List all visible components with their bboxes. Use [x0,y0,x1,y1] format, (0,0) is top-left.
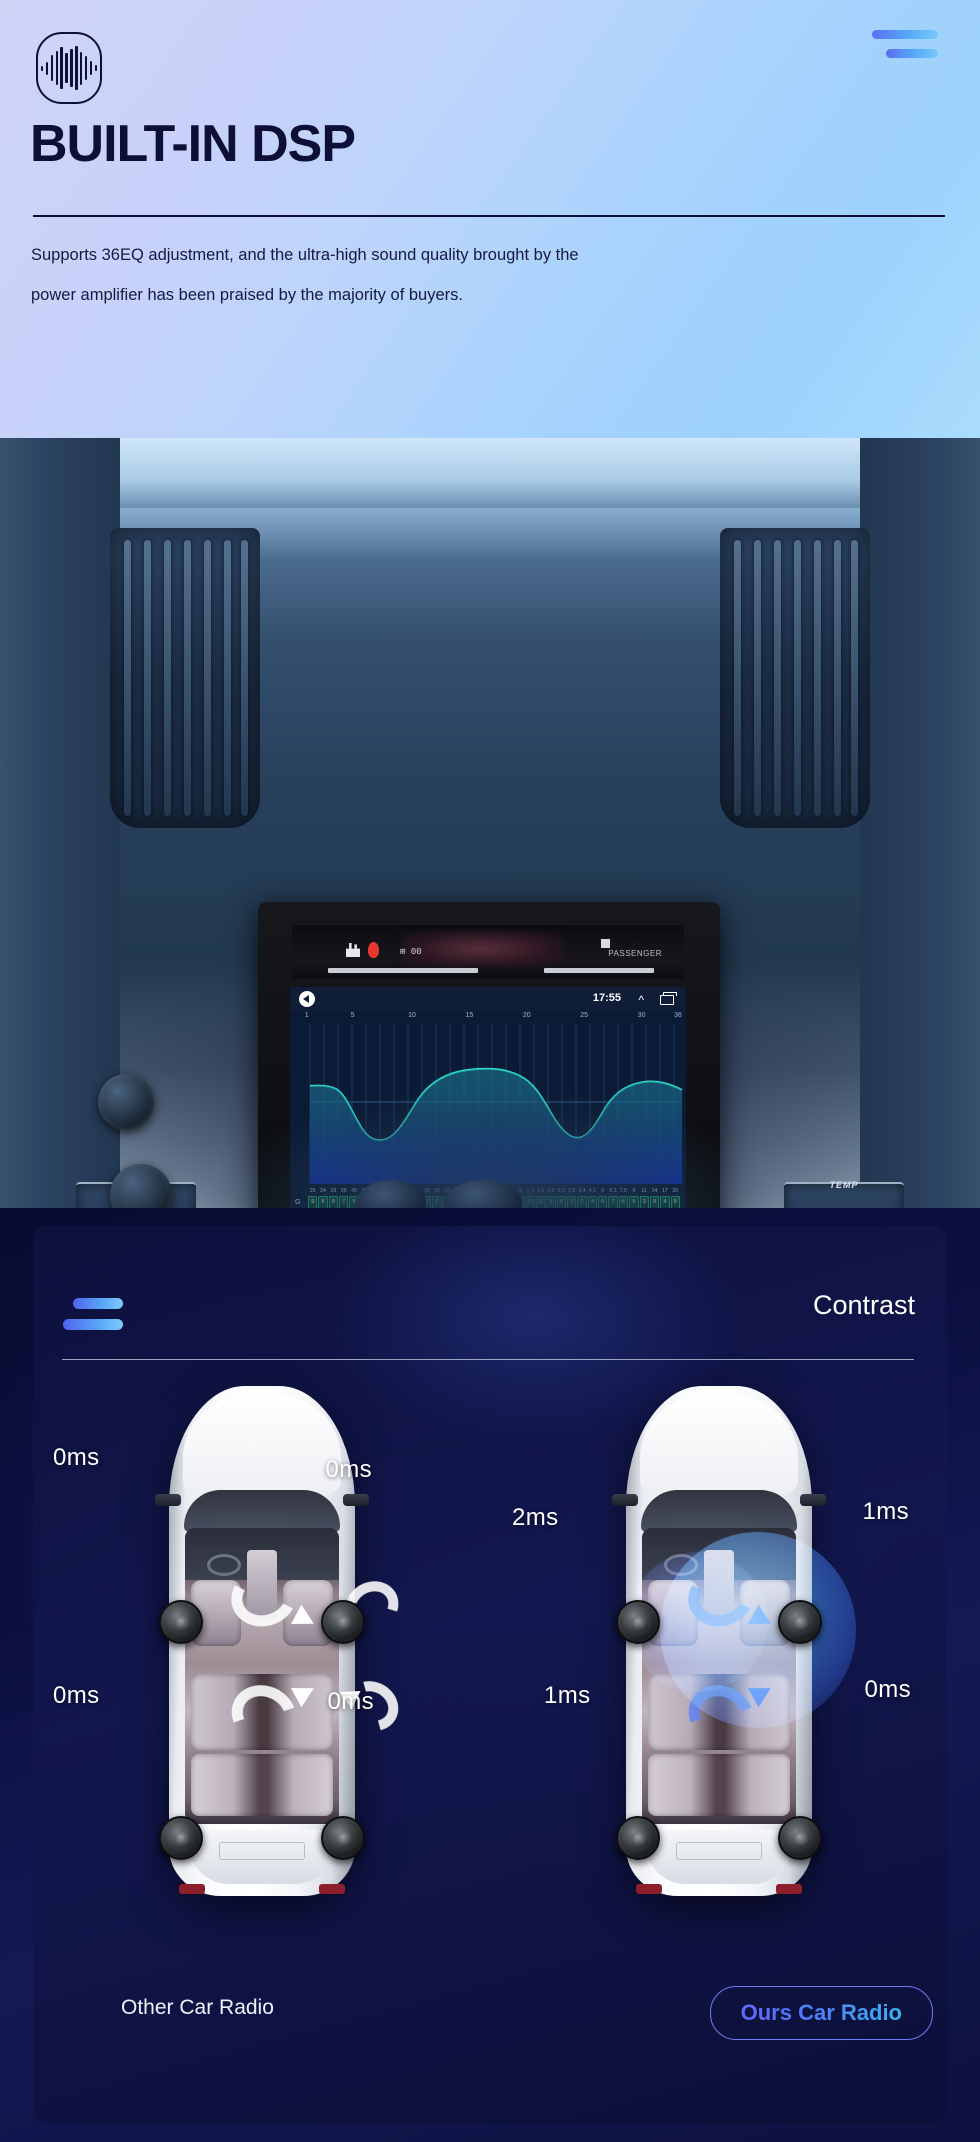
taillight-left [178,1884,205,1894]
sound-field-sphere [659,1532,856,1728]
car-top-view [611,1386,856,1896]
label-rear-left: 1ms [544,1682,591,1709]
taillight-left [635,1884,662,1894]
sound-wave-bars [40,46,98,90]
car-windshield [640,1490,797,1532]
recents-icon[interactable] [660,992,677,1005]
speaker-rear-left [158,1816,203,1860]
eq-x-tick: 20 [522,1012,531,1019]
display-readout: ⊞ 00 [400,947,422,957]
speaker-rear-right [777,1816,822,1860]
speaker-rear-left [615,1816,660,1860]
windshield [0,438,980,508]
mirror-left [611,1494,638,1506]
ours-car-diagram: 2ms 1ms 1ms 0ms Ours Car Radio [490,1376,947,2056]
engine-start-stop-button[interactable] [98,1074,154,1130]
eq-x-tick: 25 [580,1012,589,1019]
other-car-diagram: 0ms 0ms 0ms 0ms Other Car Radio [33,1376,490,2056]
mirror-right [799,1494,826,1506]
hero-description-line-1: Supports 36EQ adjustment, and the ultra-… [31,246,579,264]
red-drop-glyph-icon [368,942,379,958]
eq-x-tick: 36 [674,1012,682,1019]
crowd-glyph-icon [346,943,360,957]
dashboard-right-panel [860,438,980,1208]
accent-bar-2 [886,49,938,58]
header-accent-bars [872,30,938,68]
temp-label-right: TEMP [829,1180,859,1190]
eq-x-tick: 1 [304,1012,309,1019]
car-windshield [183,1490,340,1532]
seat-rear-bench [647,1754,790,1816]
car-trunk [188,1830,335,1884]
label-front-right: 1ms [862,1498,909,1525]
ours-car-caption[interactable]: Ours Car Radio [709,1986,933,2040]
air-vent-right [720,528,870,828]
speaker-rear-right [320,1816,365,1860]
car-hood [182,1396,341,1494]
contrast-accent-bar-2 [63,1319,123,1330]
seat-rear-bench [190,1754,333,1816]
eq-x-tick: 5 [350,1012,355,1019]
taillight-right [318,1884,345,1894]
chevron-up-icon[interactable]: ^ [638,993,644,1007]
trunk-line [218,1842,305,1860]
taillight-right [775,1884,802,1894]
contrast-divider [62,1359,914,1361]
sound-wave-icon [36,32,102,104]
speaker-front-right [320,1600,365,1644]
contrast-accent-bars [63,1298,123,1340]
label-rear-right: 0ms [327,1688,374,1715]
trunk-line [675,1842,762,1860]
hero-description: Supports 36EQ adjustment, and the ultra-… [31,235,911,315]
display-glare [402,931,562,967]
display-bar-right [544,968,654,973]
page-title: BUILT-IN DSP [30,115,356,173]
eq-x-axis: 1 5 10 15 20 25 30 36 [290,1011,686,1024]
eq-x-tick: 10 [408,1012,416,1019]
label-front-left: 0ms [53,1444,100,1471]
speaker-front-left [615,1600,660,1644]
volume-icon[interactable] [299,991,315,1007]
status-bar: 17:55 ^ [290,987,686,1011]
upper-info-display: ⊞ 00 PASSENGER [292,925,684,979]
car-hood [639,1396,798,1494]
label-rear-right: 0ms [864,1676,911,1703]
hero-section: BUILT-IN DSP Supports 36EQ adjustment, a… [0,0,980,438]
display-bar-left [328,968,478,973]
comparison-row: 0ms 0ms 0ms 0ms Other Car Radio 2ms 1ms … [33,1376,947,2056]
eq-x-tick: 30 [637,1012,646,1019]
mirror-left [154,1494,181,1506]
eq-x-tick: 15 [465,1012,474,1019]
label-front-right: 0ms [325,1456,372,1483]
label-front-left: 2ms [512,1504,559,1531]
speaker-front-left [158,1600,203,1644]
car-trunk [645,1830,792,1884]
display-passenger-label: PASSENGER [608,949,662,958]
air-vent-left [110,528,260,828]
contrast-section: Contrast 0ms 0ms 0ms 0ms Other Car Radio… [0,1208,980,2142]
title-divider [33,215,945,217]
mirror-right [342,1494,369,1506]
hero-description-line-2: power amplifier has been praised by the … [31,286,463,304]
accent-bar-1 [872,30,938,39]
steering-wheel [206,1554,241,1576]
temp-control-right[interactable]: TEMP ∨ ∧ [784,1180,904,1208]
car-dashboard-photo: TEMP ∨ ∧ TEMP ∨ ∧ ⊞ 00 PASSENGER 17:55 ^… [0,438,980,1208]
status-clock: 17:55 [592,992,621,1004]
contrast-title: Contrast [812,1290,915,1320]
display-square-glyph [601,939,610,948]
speaker-front-right [777,1600,822,1644]
contrast-card: Contrast 0ms 0ms 0ms 0ms Other Car Radio… [33,1226,947,2124]
label-rear-left: 0ms [53,1682,100,1709]
contrast-accent-bar-1 [73,1298,123,1309]
other-car-caption: Other Car Radio [121,1996,274,2019]
